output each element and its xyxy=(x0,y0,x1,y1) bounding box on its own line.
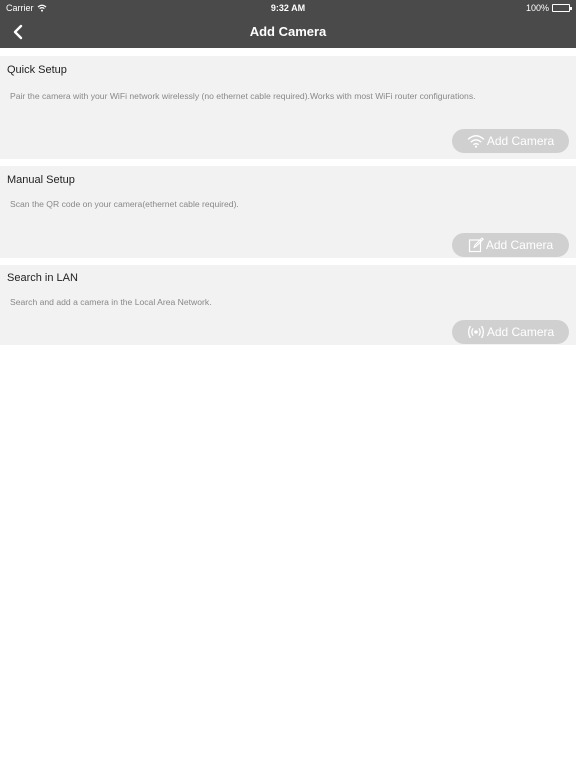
quick-setup-add-camera-button[interactable]: Add Camera xyxy=(452,129,569,153)
button-label: Add Camera xyxy=(486,325,555,339)
wifi-icon xyxy=(467,135,485,148)
section-title: Manual Setup xyxy=(7,174,75,186)
section-description: Search and add a camera in the Local Are… xyxy=(10,297,212,307)
search-lan-add-camera-button[interactable]: Add Camera xyxy=(452,320,569,344)
manual-setup-section: Manual Setup Scan the QR code on your ca… xyxy=(0,166,576,258)
status-time: 9:32 AM xyxy=(270,3,306,13)
edit-icon xyxy=(468,237,484,253)
section-title: Quick Setup xyxy=(7,64,67,76)
battery-percent: 100% xyxy=(525,3,549,13)
button-label: Add Camera xyxy=(485,238,554,252)
section-title: Search in LAN xyxy=(7,272,78,284)
manual-setup-add-camera-button[interactable]: Add Camera xyxy=(452,233,569,257)
search-lan-section: Search in LAN Search and add a camera in… xyxy=(0,265,576,345)
navigation-bar: Add Camera xyxy=(0,16,576,48)
button-label: Add Camera xyxy=(486,134,555,148)
add-camera-screen: Carrier 9:32 AM 100% Add Camera Quick Se… xyxy=(0,0,576,768)
page-title: Add Camera xyxy=(249,24,327,39)
section-description: Scan the QR code on your camera(ethernet… xyxy=(10,199,239,209)
status-bar: Carrier 9:32 AM 100% xyxy=(0,0,576,16)
quick-setup-section: Quick Setup Pair the camera with your Wi… xyxy=(0,56,576,159)
battery-indicator: 100% xyxy=(525,3,572,13)
battery-icon xyxy=(552,4,572,12)
section-description: Pair the camera with your WiFi network w… xyxy=(10,91,476,101)
broadcast-icon xyxy=(467,325,484,339)
